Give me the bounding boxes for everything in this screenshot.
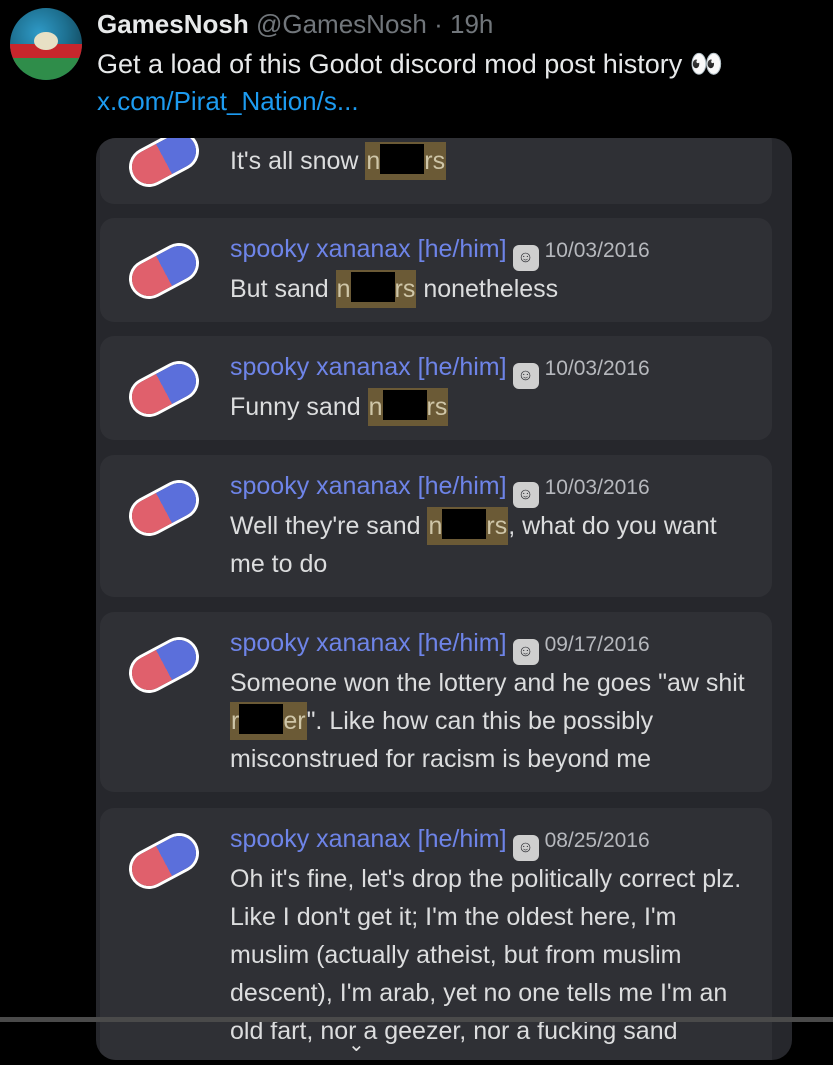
godot-badge-icon: ☺ <box>512 835 539 861</box>
pill-avatar-icon <box>125 830 203 892</box>
discord-message: spooky xananax [he/him] ☺ 09/17/2016 Someo… <box>100 612 772 792</box>
pill-avatar-icon <box>125 240 203 302</box>
tweet-media-image[interactable]: It's all snow n rs spooky xananax [he/him… <box>96 138 792 1060</box>
message-username[interactable]: spooky xananax [he/him] ☺ 08/25/2016 <box>230 824 650 861</box>
pill-avatar-icon <box>125 138 203 190</box>
avatar-face <box>34 32 58 50</box>
tweet-text-body: Get a load of this Godot discord mod pos… <box>97 49 683 79</box>
message-text: Well they're sand n rs, what do you want … <box>230 507 758 583</box>
redacted-word: n rs <box>365 142 447 180</box>
author-name[interactable]: GamesNosh <box>97 9 249 39</box>
message-username[interactable]: spooky xananax [he/him] ☺ 10/03/2016 <box>230 471 650 508</box>
avatar-stripe <box>10 58 82 80</box>
discord-message: It's all snow n rs <box>100 138 772 204</box>
message-date: 10/03/2016 <box>544 239 650 262</box>
tweet-header: GamesNosh @GamesNosh · 19h <box>97 8 493 40</box>
message-text: Someone won the lottery and he goes "aw … <box>230 669 745 773</box>
author-handle[interactable]: @GamesNosh <box>256 9 427 39</box>
pill-avatar-icon <box>125 634 203 696</box>
message-text: It's all snow n rs <box>230 142 758 180</box>
message-date: 08/25/2016 <box>544 829 650 852</box>
discord-message: spooky xananax [he/him] ☺ 10/03/2016 Funny… <box>100 336 772 440</box>
tweet-time[interactable]: · 19h <box>434 9 493 39</box>
redacted-word: n rs <box>427 507 509 545</box>
eyes-emoji-icon: 👀 <box>689 49 724 79</box>
video-progress-bar[interactable] <box>0 1017 833 1022</box>
pill-avatar-icon <box>125 358 203 420</box>
tweet-text: Get a load of this Godot discord mod pos… <box>97 46 723 82</box>
discord-message: spooky xananax [he/him] ☺ 10/03/2016 But s… <box>100 218 772 322</box>
message-date: 10/03/2016 <box>544 476 650 499</box>
message-text: Funny sand n rs <box>230 388 758 426</box>
message-date: 09/17/2016 <box>544 633 650 656</box>
godot-badge-icon: ☺ <box>512 245 539 271</box>
godot-badge-icon: ☺ <box>512 363 539 389</box>
godot-badge-icon: ☺ <box>512 639 539 665</box>
redacted-word: r er <box>230 702 307 740</box>
pill-avatar-icon <box>125 477 203 539</box>
discord-message: spooky xananax [he/him] ☺ 10/03/2016 Well … <box>100 455 772 597</box>
avatar[interactable] <box>10 8 82 80</box>
message-date: 10/03/2016 <box>544 357 650 380</box>
message-text: But sand n rs nonetheless <box>230 270 758 308</box>
message-username[interactable]: spooky xananax [he/him] ☺ 10/03/2016 <box>230 234 650 271</box>
chevron-down-icon[interactable]: ⌄ <box>348 1032 365 1057</box>
redacted-word: n rs <box>367 388 449 426</box>
discord-message: spooky xananax [he/him] ☺ 08/25/2016 Oh it… <box>100 808 772 1060</box>
redacted-word: n rs <box>335 270 417 308</box>
godot-badge-icon: ☺ <box>512 482 539 508</box>
message-username[interactable]: spooky xananax [he/him] ☺ 09/17/2016 <box>230 628 650 665</box>
tweet-link[interactable]: x.com/Pirat_Nation/s... <box>97 84 359 118</box>
message-username[interactable]: spooky xananax [he/him] ☺ 10/03/2016 <box>230 352 650 389</box>
